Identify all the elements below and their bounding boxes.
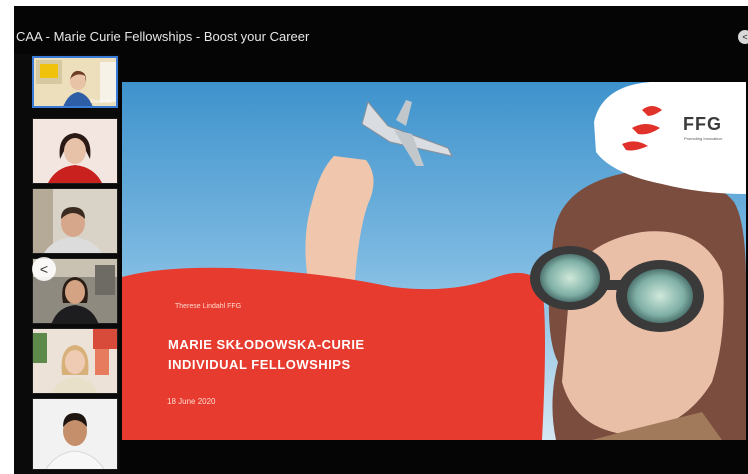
slide-headline-line-2: INDIVIDUAL FELLOWSHIPS bbox=[168, 357, 351, 372]
video-call-window: CAA - Marie Curie Fellowships - Boost yo… bbox=[0, 0, 748, 474]
participant-tile[interactable] bbox=[32, 118, 118, 184]
meeting-title: CAA - Marie Curie Fellowships - Boost yo… bbox=[16, 29, 310, 44]
participant-tile[interactable]: Presenter bbox=[32, 56, 118, 108]
slide-presenter: Therese Lindahl FFG bbox=[175, 303, 242, 310]
left-margin bbox=[0, 0, 14, 474]
scroll-left-button[interactable]: < bbox=[32, 257, 56, 281]
ffg-logo-subtitle: Promoting Innovation. bbox=[684, 136, 723, 141]
participant-video bbox=[33, 119, 117, 183]
slide-artwork bbox=[122, 82, 746, 440]
top-margin bbox=[0, 0, 748, 6]
participant-video bbox=[33, 399, 117, 469]
participant-strip: Presenter bbox=[14, 54, 120, 474]
participant-tile[interactable] bbox=[32, 188, 118, 254]
participant-tile[interactable] bbox=[32, 328, 118, 394]
participant-video bbox=[33, 189, 117, 253]
participant-video bbox=[33, 329, 117, 393]
slide-date: 18 June 2020 bbox=[167, 397, 216, 406]
shared-screen-slide bbox=[122, 82, 746, 440]
participant-tile[interactable] bbox=[32, 398, 118, 470]
slide-bottom-bar bbox=[120, 440, 748, 474]
collapse-button[interactable]: < bbox=[738, 30, 748, 44]
participant-name-label: Presenter bbox=[90, 99, 112, 105]
ffg-logo-text: FFG bbox=[683, 114, 722, 134]
slide-headline-line-1: MARIE SKŁODOWSKA-CURIE bbox=[168, 337, 365, 352]
